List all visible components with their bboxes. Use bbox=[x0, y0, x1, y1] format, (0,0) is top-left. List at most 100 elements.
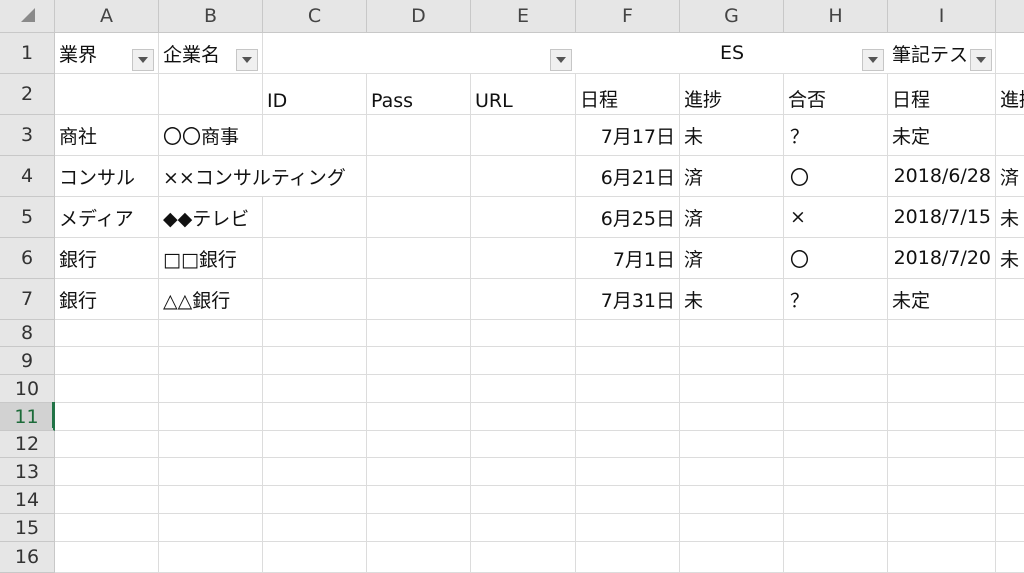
empty-cell[interactable] bbox=[367, 458, 471, 486]
cell-e6[interactable] bbox=[471, 238, 576, 279]
cell-a7[interactable]: 銀行 bbox=[55, 279, 159, 320]
empty-cell[interactable] bbox=[576, 486, 680, 514]
empty-cell[interactable] bbox=[263, 542, 367, 573]
cell-e7[interactable] bbox=[471, 279, 576, 320]
empty-cell[interactable] bbox=[576, 375, 680, 403]
empty-cell[interactable] bbox=[576, 458, 680, 486]
empty-cell[interactable] bbox=[784, 403, 888, 431]
empty-cell[interactable] bbox=[784, 486, 888, 514]
row-header-4[interactable]: 4 bbox=[0, 156, 55, 197]
cell-b5[interactable]: ◆◆テレビ bbox=[159, 197, 263, 238]
cell-g4[interactable]: 済 bbox=[680, 156, 784, 197]
empty-cell[interactable] bbox=[55, 403, 159, 431]
row-header-11[interactable]: 11 bbox=[0, 403, 55, 431]
cell-f5[interactable]: 6月25日 bbox=[576, 197, 680, 238]
empty-cell[interactable] bbox=[159, 514, 263, 542]
empty-cell[interactable] bbox=[996, 431, 1024, 458]
cell-h7[interactable]: ？ bbox=[784, 279, 888, 320]
cell-h6[interactable]: 〇 bbox=[784, 238, 888, 279]
cell-a4[interactable]: コンサル bbox=[55, 156, 159, 197]
cell-e2[interactable]: URL bbox=[471, 74, 576, 115]
cell-j7[interactable] bbox=[996, 279, 1024, 320]
empty-cell[interactable] bbox=[263, 514, 367, 542]
empty-cell[interactable] bbox=[680, 486, 784, 514]
empty-cell[interactable] bbox=[263, 486, 367, 514]
cell-d2[interactable]: Pass bbox=[367, 74, 471, 115]
cell-d5[interactable] bbox=[367, 197, 471, 238]
empty-cell[interactable] bbox=[263, 320, 367, 347]
empty-cell[interactable] bbox=[159, 403, 263, 431]
cell-c5[interactable] bbox=[263, 197, 367, 238]
empty-cell[interactable] bbox=[367, 403, 471, 431]
empty-cell[interactable] bbox=[263, 375, 367, 403]
empty-cell[interactable] bbox=[367, 431, 471, 458]
cell-b6[interactable]: □□銀行 bbox=[159, 238, 263, 279]
empty-cell[interactable] bbox=[159, 542, 263, 573]
cell-g6[interactable]: 済 bbox=[680, 238, 784, 279]
row-header-9[interactable]: 9 bbox=[0, 347, 55, 375]
cell-b2[interactable] bbox=[159, 74, 263, 115]
row-header-12[interactable]: 12 bbox=[0, 431, 55, 458]
row-header-15[interactable]: 15 bbox=[0, 514, 55, 542]
empty-cell[interactable] bbox=[996, 320, 1024, 347]
cell-g2[interactable]: 進捗 bbox=[680, 74, 784, 115]
empty-cell[interactable] bbox=[680, 542, 784, 573]
cell-a2[interactable] bbox=[55, 74, 159, 115]
col-header-e[interactable]: E bbox=[471, 0, 576, 33]
cell-j4[interactable]: 済 bbox=[996, 156, 1024, 197]
empty-cell[interactable] bbox=[680, 375, 784, 403]
empty-cell[interactable] bbox=[680, 347, 784, 375]
row-header-8[interactable]: 8 bbox=[0, 320, 55, 347]
empty-cell[interactable] bbox=[471, 458, 576, 486]
empty-cell[interactable] bbox=[888, 347, 996, 375]
col-header-g[interactable]: G bbox=[680, 0, 784, 33]
empty-cell[interactable] bbox=[888, 431, 996, 458]
cell-j3[interactable] bbox=[996, 115, 1024, 156]
row-header-7[interactable]: 7 bbox=[0, 279, 55, 320]
empty-cell[interactable] bbox=[55, 458, 159, 486]
col-header-d[interactable]: D bbox=[367, 0, 471, 33]
col-header-i[interactable]: I bbox=[888, 0, 996, 33]
empty-cell[interactable] bbox=[55, 514, 159, 542]
empty-cell[interactable] bbox=[996, 347, 1024, 375]
empty-cell[interactable] bbox=[784, 514, 888, 542]
empty-cell[interactable] bbox=[680, 458, 784, 486]
cell-c1-e1-merged[interactable] bbox=[263, 33, 576, 74]
empty-cell[interactable] bbox=[159, 431, 263, 458]
cell-j1[interactable] bbox=[996, 33, 1024, 74]
col-header-b[interactable]: B bbox=[159, 0, 263, 33]
empty-cell[interactable] bbox=[576, 542, 680, 573]
cell-d7[interactable] bbox=[367, 279, 471, 320]
empty-cell[interactable] bbox=[471, 514, 576, 542]
cell-e4[interactable] bbox=[471, 156, 576, 197]
col-header-a[interactable]: A bbox=[55, 0, 159, 33]
empty-cell[interactable] bbox=[471, 347, 576, 375]
cell-f3[interactable]: 7月17日 bbox=[576, 115, 680, 156]
cell-h3[interactable]: ？ bbox=[784, 115, 888, 156]
empty-cell[interactable] bbox=[888, 458, 996, 486]
empty-cell[interactable] bbox=[996, 486, 1024, 514]
empty-cell[interactable] bbox=[888, 320, 996, 347]
empty-cell[interactable] bbox=[263, 431, 367, 458]
col-header-h[interactable]: H bbox=[784, 0, 888, 33]
cell-g3[interactable]: 未 bbox=[680, 115, 784, 156]
cell-f1-h1-merged[interactable]: ES bbox=[576, 33, 888, 74]
cell-f6[interactable]: 7月1日 bbox=[576, 238, 680, 279]
cell-b3[interactable]: 〇〇商事 bbox=[159, 115, 263, 156]
cell-e5[interactable] bbox=[471, 197, 576, 238]
empty-cell[interactable] bbox=[55, 347, 159, 375]
empty-cell[interactable] bbox=[471, 403, 576, 431]
row-header-1[interactable]: 1 bbox=[0, 33, 55, 74]
empty-cell[interactable] bbox=[784, 347, 888, 375]
empty-cell[interactable] bbox=[680, 403, 784, 431]
filter-button-a[interactable] bbox=[132, 49, 154, 71]
empty-cell[interactable] bbox=[888, 486, 996, 514]
empty-cell[interactable] bbox=[784, 375, 888, 403]
empty-cell[interactable] bbox=[55, 542, 159, 573]
cell-j6[interactable]: 未 bbox=[996, 238, 1024, 279]
empty-cell[interactable] bbox=[888, 514, 996, 542]
cell-d3[interactable] bbox=[367, 115, 471, 156]
empty-cell[interactable] bbox=[367, 347, 471, 375]
row-header-14[interactable]: 14 bbox=[0, 486, 55, 514]
cell-i6[interactable]: 2018/7/20 bbox=[888, 238, 996, 279]
